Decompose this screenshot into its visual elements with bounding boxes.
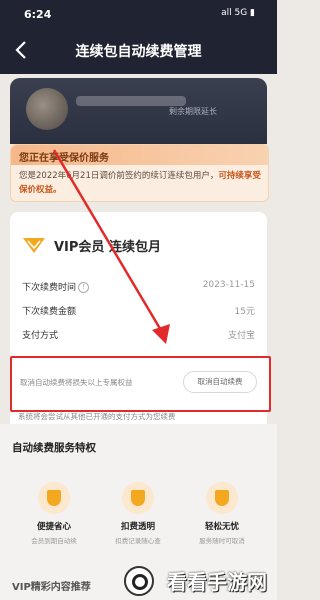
feature-sub: 服务随时可取消 xyxy=(199,537,245,545)
avatar xyxy=(26,88,68,130)
feature-sub: 会员到期自动续 xyxy=(31,537,77,545)
footnote: 系统将会尝试从其他已开通的支付方式为您续费 xyxy=(18,412,176,421)
next-renewal-date-row: 下次续费时间! 2023-11-15 xyxy=(22,276,255,296)
feature-title: 轻松无忧 xyxy=(204,522,239,532)
feature-sub: 扣费记录随心查 xyxy=(115,537,161,545)
cancel-auto-renew-section: 取消自动续费将损失以上专属权益 取消自动续费 xyxy=(10,356,271,412)
watermark: 看看手游网 xyxy=(167,570,267,594)
shield-icon xyxy=(206,482,238,514)
blurred-name xyxy=(76,96,186,106)
cancel-warning-text: 取消自动续费将损失以上专属权益 xyxy=(20,378,133,387)
protection-body-text: 您是2022年6月21日调价前签约的续订连续包用户， xyxy=(19,171,219,181)
features-title: 自动续费服务特权 xyxy=(12,442,96,454)
next-renewal-amount-row: 下次续费金额 15元 xyxy=(22,300,255,320)
next-renewal-date-value: 2023-11-15 xyxy=(202,280,255,290)
feature-transparent: 扣费透明 扣费记录随心查 xyxy=(98,482,178,545)
next-renewal-amount-label: 下次续费金额 xyxy=(22,307,77,317)
payment-method-value: 支付宝 xyxy=(227,331,255,341)
status-icons: all 5G ▮ xyxy=(221,8,255,18)
protection-heading: 您正在享受保价服务 xyxy=(19,153,109,164)
feature-title: 扣费透明 xyxy=(120,522,155,532)
protection-header: 您正在享受保价服务 xyxy=(11,145,268,165)
feature-convenient: 便捷省心 会员到期自动续 xyxy=(14,482,94,545)
recommend-title: VIP精彩内容推荐 xyxy=(12,582,91,593)
price-protection-notice: 您正在享受保价服务 您是2022年6月21日调价前签约的续订连续包用户，可持续享… xyxy=(10,144,269,202)
account-banner: 剩余期限延长 xyxy=(10,78,267,144)
next-renewal-amount-value: 15元 xyxy=(234,307,255,317)
shield-icon xyxy=(38,482,70,514)
cancel-auto-renew-button[interactable]: 取消自动续费 xyxy=(183,371,257,393)
watermark-logo-icon xyxy=(124,566,154,596)
banner-text: 剩余期限延长 xyxy=(169,107,217,116)
status-bar: 6:24 all 5G ▮ xyxy=(0,0,277,28)
next-renewal-date-label: 下次续费时间 xyxy=(22,283,77,293)
nav-bar: 连续包自动续费管理 xyxy=(0,28,277,74)
payment-method-label: 支付方式 xyxy=(22,331,59,341)
feature-title: 便捷省心 xyxy=(36,522,71,532)
info-icon[interactable]: ! xyxy=(78,282,90,293)
vip-title: VIP会员 连续包月 xyxy=(54,240,161,255)
payment-method-row: 支付方式 支付宝 xyxy=(22,324,255,344)
protection-body: 您是2022年6月21日调价前签约的续订连续包用户，可持续享受保价权益。 xyxy=(19,169,261,197)
vip-crown-icon xyxy=(23,238,45,253)
shield-icon xyxy=(122,482,154,514)
page-title: 连续包自动续费管理 xyxy=(75,44,202,60)
status-time: 6:24 xyxy=(24,8,52,21)
feature-worry-free: 轻松无忧 服务随时可取消 xyxy=(182,482,262,545)
